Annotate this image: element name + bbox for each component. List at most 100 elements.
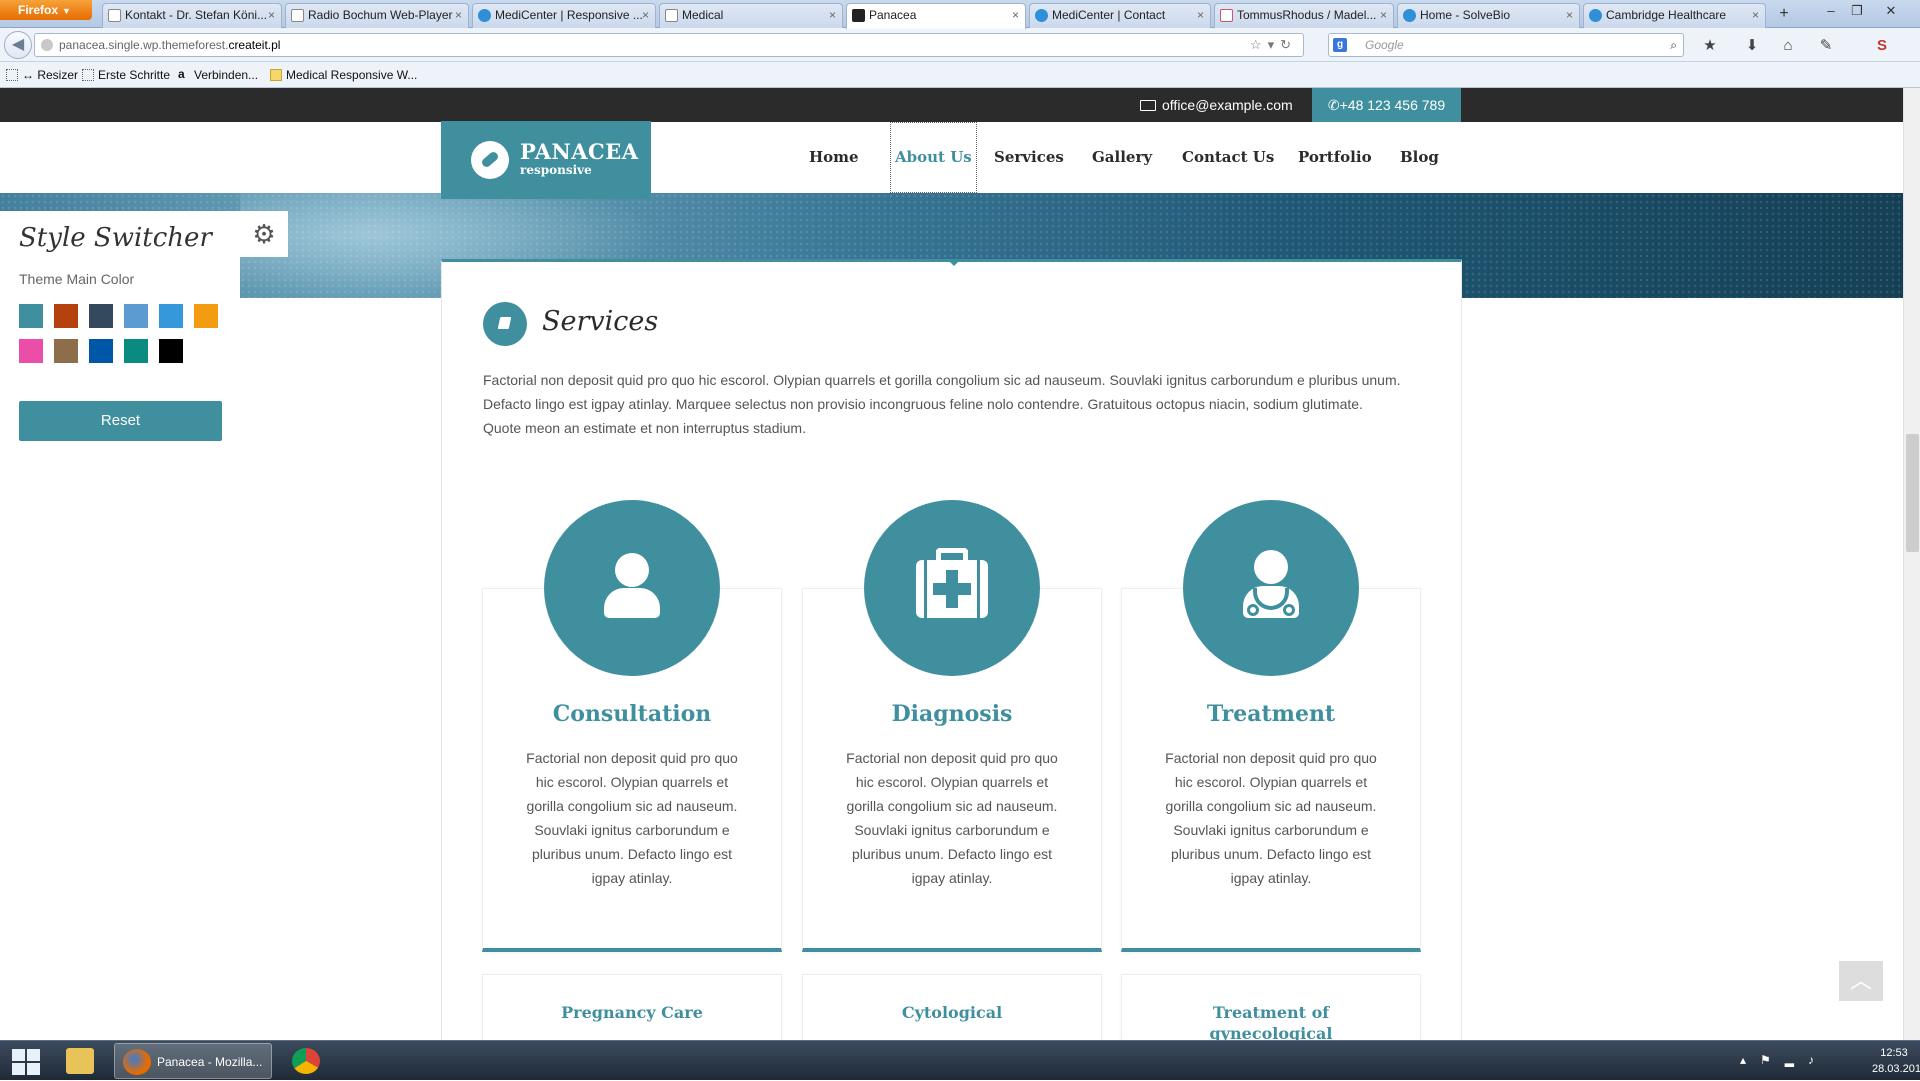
menu-item-portfolio[interactable]: Portfolio	[1298, 122, 1372, 193]
scrollbar-thumb[interactable]	[1906, 434, 1919, 552]
service-title[interactable]: Pregnancy Care	[482, 1002, 782, 1023]
taskbar-chrome[interactable]	[284, 1043, 330, 1079]
close-icon[interactable]: ×	[455, 4, 462, 27]
color-swatch[interactable]	[124, 339, 148, 363]
browser-tab[interactable]: MediCenter | Contact ×	[1029, 3, 1211, 28]
search-input[interactable]: g Google ⌕	[1328, 33, 1684, 57]
url-host: createit.pl	[228, 38, 281, 52]
envelope-icon	[1140, 100, 1156, 111]
browser-tab[interactable]: Home - SolveBio ×	[1397, 3, 1580, 28]
back-button[interactable]: ◀	[4, 31, 32, 59]
site-logo[interactable]: PANACEA responsive	[441, 121, 651, 199]
home-icon[interactable]: ⌂	[1778, 36, 1798, 56]
folder-icon	[66, 1048, 94, 1074]
page-icon	[291, 9, 304, 22]
chevron-down-icon: ▼	[62, 6, 71, 16]
phone-link[interactable]: ✆+48 123 456 789	[1312, 88, 1461, 122]
browser-tab[interactable]: MediCenter | Responsive ... ×	[472, 3, 656, 28]
minimize-icon[interactable]: –	[1820, 2, 1842, 20]
folder-icon	[270, 69, 282, 81]
service-title[interactable]: Treatment of gynecological inflammation	[1121, 1002, 1421, 1040]
reset-button[interactable]: Reset	[19, 401, 222, 441]
bookmark-item[interactable]: ↔ Resizer	[4, 62, 78, 88]
close-icon[interactable]: ×	[1752, 4, 1759, 27]
google-icon: g	[1333, 38, 1347, 52]
windows-logo-icon	[12, 1063, 25, 1075]
menu-item-gallery[interactable]: Gallery	[1092, 122, 1152, 193]
phone-icon: ✆	[1327, 97, 1340, 113]
addon-s-icon[interactable]: S	[1872, 36, 1892, 56]
download-icon[interactable]: ⬇	[1742, 36, 1762, 56]
browser-tab[interactable]: Radio Bochum Web-Player ×	[285, 3, 469, 28]
bookmark-item[interactable]: a Verbinden...	[176, 62, 258, 88]
service-title[interactable]: Treatment	[1121, 701, 1421, 727]
user-icon[interactable]	[544, 500, 720, 676]
close-icon[interactable]: ×	[1197, 4, 1204, 27]
service-title[interactable]: Diagnosis	[802, 701, 1102, 727]
menu-item-about-us[interactable]: About Us	[890, 122, 977, 193]
close-window-icon[interactable]: ✕	[1880, 2, 1902, 20]
bookmarks-menu-icon[interactable]: ★	[1700, 36, 1720, 56]
windows-start-button[interactable]	[8, 1047, 42, 1075]
bookmark-item[interactable]: Medical Responsive W...	[268, 62, 417, 88]
browser-tab[interactable]: Medical ×	[659, 3, 843, 28]
close-icon[interactable]: ×	[268, 4, 275, 27]
close-icon[interactable]: ×	[1380, 4, 1387, 27]
color-swatch[interactable]	[19, 339, 43, 363]
browser-tab[interactable]: TommusRhodus / Madel... ×	[1214, 3, 1394, 28]
close-icon[interactable]: ×	[829, 4, 836, 27]
color-swatch[interactable]	[54, 304, 78, 328]
site-favicon-icon	[1403, 9, 1416, 22]
search-placeholder: Google	[1365, 38, 1404, 52]
color-swatch[interactable]	[159, 304, 183, 328]
page-scrollbar[interactable]	[1903, 88, 1920, 1040]
service-description: Factorial non deposit quid pro quo hic e…	[1165, 750, 1377, 886]
color-swatch[interactable]	[124, 304, 148, 328]
taskbar-firefox[interactable]: Panacea - Mozilla...	[114, 1043, 272, 1079]
close-icon[interactable]: ×	[1566, 4, 1573, 27]
color-swatch[interactable]	[89, 339, 113, 363]
stethoscope-bell	[1283, 604, 1295, 616]
restore-icon[interactable]: ❐	[1846, 2, 1868, 20]
doctor-icon[interactable]	[1183, 500, 1359, 676]
browser-tab-active[interactable]: Panacea ×	[846, 3, 1026, 29]
windows-logo-icon	[27, 1063, 40, 1075]
color-swatch[interactable]	[19, 304, 43, 328]
color-swatch[interactable]	[159, 339, 183, 363]
site-favicon-icon	[852, 9, 865, 22]
tray-icons[interactable]: ▴⚑▂♪	[1740, 1053, 1828, 1067]
site-favicon-icon	[1220, 9, 1233, 22]
service-title[interactable]: Consultation	[482, 701, 782, 727]
close-icon[interactable]: ×	[1012, 4, 1019, 27]
new-tab-button[interactable]: +	[1774, 4, 1794, 26]
browser-tab[interactable]: Kontakt - Dr. Stefan Köni... ×	[102, 3, 282, 28]
back-to-top-button[interactable]: ︿	[1839, 961, 1883, 1001]
windows-logo-icon	[27, 1049, 40, 1061]
color-swatch[interactable]	[54, 339, 78, 363]
close-icon[interactable]: ×	[642, 4, 649, 27]
menu-item-contact-us[interactable]: Contact Us	[1182, 122, 1274, 193]
system-clock[interactable]: 12:53 28.03.2014	[1872, 1045, 1920, 1077]
address-bar[interactable]: panacea.single.wp.themeforest.createit.p…	[34, 33, 1304, 57]
page-icon	[6, 69, 18, 81]
browser-tab[interactable]: Cambridge Healthcare ×	[1583, 3, 1766, 28]
menu-item-blog[interactable]: Blog	[1400, 122, 1439, 193]
search-icon[interactable]: ⌕	[1670, 34, 1677, 56]
taskbar-explorer[interactable]	[58, 1043, 104, 1079]
bookmark-star-icon[interactable]: ☆▾↻	[1250, 34, 1297, 56]
email-link[interactable]: office@example.com	[1140, 88, 1293, 122]
site-favicon-icon	[1035, 9, 1048, 22]
color-swatch[interactable]	[194, 304, 218, 328]
menu-item-home[interactable]: Home	[809, 122, 859, 193]
bookmark-item[interactable]: Erste Schritte	[80, 62, 170, 88]
gear-icon[interactable]: ⚙	[240, 211, 288, 257]
firefox-menu-button[interactable]: Firefox ▼	[0, 0, 92, 20]
extension-icon[interactable]: ✎	[1816, 36, 1836, 56]
medical-kit-icon[interactable]	[864, 500, 1040, 676]
windows-taskbar: Panacea - Mozilla... ▴⚑▂♪ 12:53 28.03.20…	[0, 1040, 1920, 1080]
section-pointer	[947, 259, 961, 266]
site-favicon-icon	[1589, 9, 1602, 22]
service-title[interactable]: Cytological	[802, 1002, 1102, 1023]
color-swatch[interactable]	[89, 304, 113, 328]
menu-item-services[interactable]: Services	[994, 122, 1064, 193]
